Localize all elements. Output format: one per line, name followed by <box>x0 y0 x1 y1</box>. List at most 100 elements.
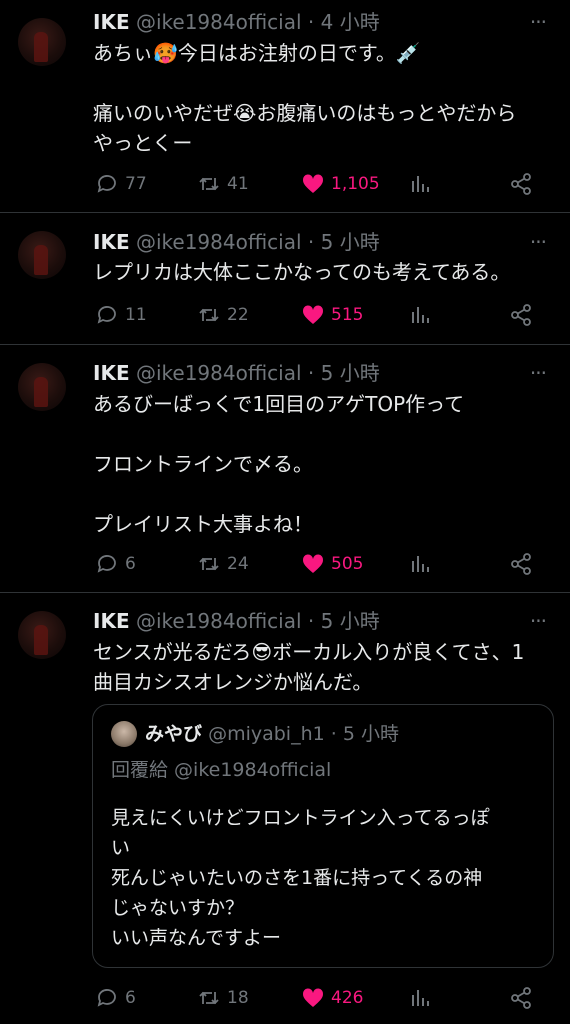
tweet-text: センスが光るだろ😎ボーカル入りが良くてさ、1 曲目カシスオレンジか悩んだ。 <box>93 637 553 697</box>
share-icon <box>511 304 531 326</box>
text-line: プレイリスト大事よね！ <box>93 512 313 536</box>
retweet-count: 41 <box>227 174 249 194</box>
timestamp[interactable]: 4 小時 <box>321 10 380 34</box>
retweet-button[interactable]: 41 <box>197 170 249 198</box>
views-icon <box>412 307 429 323</box>
retweet-count: 22 <box>227 305 249 325</box>
quoted-tweet-text: 見えにくいけどフロントライン入ってるっぽ い 死んじゃいたいのさを1番に持ってく… <box>111 803 541 953</box>
display-name[interactable]: みやび <box>145 723 202 745</box>
like-button[interactable]: 505 <box>301 550 363 578</box>
more-icon[interactable]: ··· <box>530 12 547 32</box>
retweet-icon <box>199 308 219 322</box>
retweet-button[interactable]: 22 <box>197 301 249 329</box>
handle[interactable]: @ike1984official <box>136 361 302 385</box>
timestamp[interactable]: 5 小時 <box>343 723 399 745</box>
handle[interactable]: @ike1984official <box>136 230 302 254</box>
timestamp[interactable]: 5 小時 <box>321 361 380 385</box>
text-line: やっとくー <box>93 131 193 155</box>
quoted-tweet-header: みやび @miyabi_h1 · 5 小時 <box>145 721 399 747</box>
reply-icon <box>97 175 116 193</box>
reply-button[interactable]: 6 <box>95 550 136 578</box>
separator: · <box>330 723 337 745</box>
retweet-button[interactable]: 24 <box>197 550 249 578</box>
views-button[interactable] <box>408 550 432 578</box>
like-count: 1,105 <box>331 174 380 194</box>
views-icon <box>412 990 429 1006</box>
timestamp[interactable]: 5 小時 <box>321 609 380 633</box>
views-button[interactable] <box>408 301 432 329</box>
timestamp[interactable]: 5 小時 <box>321 230 380 254</box>
reply-count: 6 <box>125 554 136 574</box>
quoted-tweet[interactable]: みやび @miyabi_h1 · 5 小時 回覆給 @ike1984offici… <box>92 704 554 968</box>
retweet-count: 24 <box>227 554 249 574</box>
avatar[interactable] <box>18 231 66 279</box>
tweet-text: あるびーばっくで1回目のアゲTOP作って フロントラインで〆る。 プレイリスト大… <box>93 389 553 539</box>
text-line: フロントラインで〆る。 <box>93 452 313 476</box>
tweet-2[interactable]: IKE @ike1984official · 5 小時 ··· レプリカは大体こ… <box>0 213 570 345</box>
handle[interactable]: @ike1984official <box>136 10 302 34</box>
more-icon[interactable]: ··· <box>530 363 547 383</box>
reply-icon <box>97 555 116 573</box>
share-button[interactable] <box>509 170 533 198</box>
views-icon <box>412 556 429 572</box>
retweet-button[interactable]: 18 <box>197 984 249 1012</box>
tweet-4[interactable]: IKE @ike1984official · 5 小時 ··· センスが光るだろ… <box>0 593 570 1024</box>
avatar[interactable] <box>18 18 66 66</box>
separator: · <box>307 230 315 254</box>
text-line: じゃないすか？ <box>111 897 245 919</box>
avatar[interactable] <box>111 721 137 747</box>
like-button[interactable]: 1,105 <box>301 170 380 198</box>
display-name[interactable]: IKE <box>93 361 130 385</box>
share-icon <box>511 987 531 1009</box>
text-line: 痛いのいやだぜ😭お腹痛いのはもっとやだから <box>93 101 517 125</box>
views-button[interactable] <box>408 170 432 198</box>
share-button[interactable] <box>509 550 533 578</box>
tweet-text: レプリカは大体ここかなってのも考えてある。 <box>93 257 553 287</box>
views-icon <box>412 176 429 192</box>
tweet-header: IKE @ike1984official · 4 小時 <box>93 9 380 35</box>
retweet-icon <box>199 177 219 191</box>
like-button[interactable]: 515 <box>301 301 363 329</box>
action-bar: 77 41 1,105 <box>95 170 535 198</box>
text-line: 見えにくいけどフロントライン入ってるっぽ <box>111 807 490 829</box>
tweet-3[interactable]: IKE @ike1984official · 5 小時 ··· あるびーばっくで… <box>0 345 570 593</box>
display-name[interactable]: IKE <box>93 609 130 633</box>
like-count: 515 <box>331 305 364 325</box>
views-button[interactable] <box>408 984 432 1012</box>
share-icon <box>511 173 531 195</box>
handle[interactable]: @ike1984official <box>136 609 302 633</box>
reply-icon <box>97 306 116 324</box>
text-line: あちぃ🥵今日はお注射の日です。💉 <box>93 41 421 65</box>
handle[interactable]: @miyabi_h1 <box>208 723 325 745</box>
share-button[interactable] <box>509 984 533 1012</box>
more-icon[interactable]: ··· <box>530 611 547 631</box>
like-button[interactable]: 426 <box>301 984 363 1012</box>
reply-count: 6 <box>125 988 136 1008</box>
like-icon <box>302 554 324 573</box>
reply-button[interactable]: 11 <box>95 301 147 329</box>
text-line: センスが光るだろ😎ボーカル入りが良くてさ、1 <box>93 640 525 664</box>
reply-button[interactable]: 6 <box>95 984 136 1012</box>
reply-button[interactable]: 77 <box>95 170 147 198</box>
replying-to[interactable]: 回覆給 @ike1984official <box>111 757 331 783</box>
text-line <box>93 68 553 98</box>
tweet-header: IKE @ike1984official · 5 小時 <box>93 360 380 386</box>
display-name[interactable]: IKE <box>93 10 130 34</box>
separator: · <box>307 10 315 34</box>
like-count: 426 <box>331 988 364 1008</box>
share-button[interactable] <box>509 301 533 329</box>
tweet-1[interactable]: IKE @ike1984official · 4 小時 ··· あちぃ🥵今日はお… <box>0 0 570 213</box>
display-name[interactable]: IKE <box>93 230 130 254</box>
avatar[interactable] <box>18 611 66 659</box>
text-line <box>93 479 553 509</box>
like-icon <box>302 305 324 324</box>
more-icon[interactable]: ··· <box>530 232 547 252</box>
text-line: 死んじゃいたいのさを1番に持ってくるの神 <box>111 867 483 889</box>
share-icon <box>511 553 531 575</box>
separator: · <box>307 361 315 385</box>
tweet-text: あちぃ🥵今日はお注射の日です。💉 痛いのいやだぜ😭お腹痛いのはもっとやだから や… <box>93 38 553 158</box>
text-line: 曲目カシスオレンジか悩んだ。 <box>93 670 373 694</box>
reply-icon <box>97 989 116 1007</box>
retweet-count: 18 <box>227 988 249 1008</box>
avatar[interactable] <box>18 363 66 411</box>
